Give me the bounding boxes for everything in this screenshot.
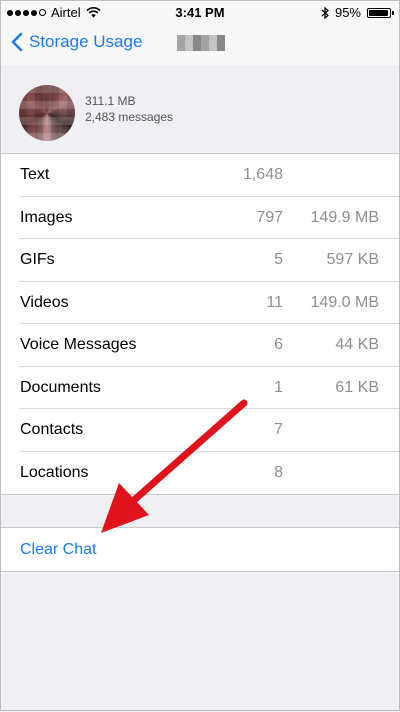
list-item-videos: Videos 11 149.0 MB (1, 282, 399, 325)
chevron-left-icon (11, 32, 23, 52)
clear-chat-button[interactable]: Clear Chat (20, 541, 96, 559)
row-label: Locations (20, 463, 89, 481)
total-message-count: 2,483 messages (85, 110, 174, 124)
row-size: 149.0 MB (310, 293, 379, 311)
chat-summary-header: 311.1 MB 2,483 messages (1, 65, 399, 156)
navigation-bar: Storage Usage (1, 23, 399, 66)
list-item-locations: Locations 8 (1, 452, 399, 495)
row-label: Documents (20, 378, 101, 396)
status-bar: Airtel 3:41 PM 95% (1, 1, 399, 23)
battery-percent: 95% (334, 5, 361, 20)
list-item-voice-messages: Voice Messages 6 44 KB (1, 324, 399, 367)
back-button-label: Storage Usage (29, 32, 143, 51)
list-item-images: Images 797 149.9 MB (1, 197, 399, 240)
row-label: Images (20, 208, 73, 226)
pixelated-contact-name (177, 35, 225, 51)
row-count: 797 (256, 208, 283, 226)
avatar (19, 85, 75, 141)
battery-icon (367, 7, 394, 18)
list-item-contacts: Contacts 7 (1, 409, 399, 452)
row-label: Videos (20, 293, 69, 311)
row-count: 6 (274, 336, 283, 354)
battery-fill (369, 9, 388, 16)
list-item-text: Text 1,648 (1, 154, 399, 197)
list-item-gifs: GIFs 5 597 KB (1, 239, 399, 282)
row-count: 11 (266, 293, 283, 311)
back-button[interactable]: Storage Usage (11, 32, 142, 52)
status-right: 95% (321, 5, 394, 20)
storage-breakdown-list: Text 1,648 Images 797 149.9 MB GIFs 5 59… (1, 153, 399, 495)
row-count: 1 (274, 378, 283, 396)
row-count: 8 (274, 463, 283, 481)
row-size: 44 KB (335, 336, 379, 354)
row-count: 5 (274, 251, 283, 269)
row-label: Voice Messages (20, 336, 137, 354)
row-count: 1,648 (242, 166, 283, 184)
bluetooth-icon (321, 6, 329, 19)
row-label: GIFs (20, 251, 55, 269)
row-size: 149.9 MB (310, 208, 379, 226)
row-label: Text (20, 166, 50, 184)
row-size: 61 KB (335, 378, 379, 396)
row-count: 7 (274, 421, 283, 439)
row-label: Contacts (20, 421, 84, 439)
list-item-documents: Documents 1 61 KB (1, 367, 399, 410)
row-size: 597 KB (326, 251, 379, 269)
clear-chat-section: Clear Chat (1, 527, 399, 572)
total-storage-size: 311.1 MB (85, 94, 136, 108)
